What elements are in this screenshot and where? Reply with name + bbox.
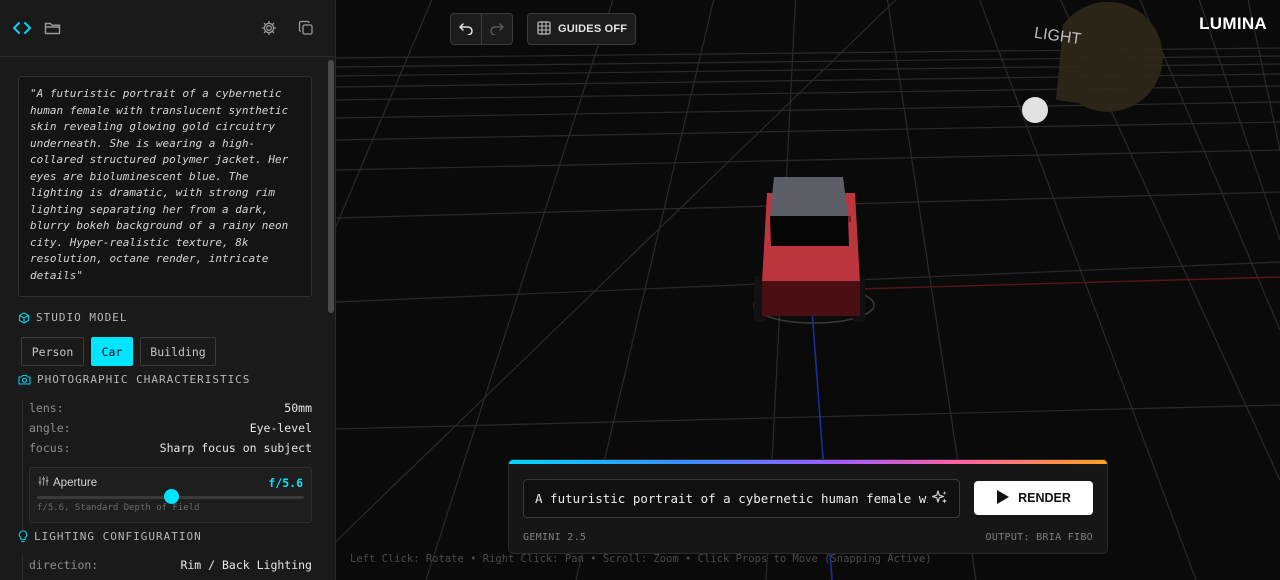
- light-cone: [1056, 1, 1163, 112]
- guides-toggle-button[interactable]: GUIDES OFF: [527, 13, 637, 45]
- sparkle-icon[interactable]: [931, 489, 949, 511]
- model-option-car[interactable]: Car: [91, 337, 133, 366]
- control-sidebar: "A futuristic portrait of a cybernetic h…: [0, 0, 336, 580]
- undo-icon: [458, 20, 474, 39]
- redo-button[interactable]: [482, 14, 512, 44]
- property-value[interactable]: 50mm: [284, 401, 312, 415]
- sidebar-header: [0, 0, 335, 57]
- property-value[interactable]: Sharp focus on subject: [160, 441, 312, 455]
- cube-icon: [18, 311, 30, 324]
- property-key: lens:: [29, 401, 64, 415]
- sliders-icon: [38, 476, 49, 489]
- property-row-lens: lens: 50mm: [29, 401, 312, 415]
- history-controls: [450, 13, 513, 45]
- studio-model-title: STUDIO MODEL: [36, 311, 128, 324]
- light-handle: [1022, 97, 1048, 123]
- car-model: [753, 177, 875, 324]
- property-key: direction:: [29, 558, 99, 572]
- brand-logo: LUMINA: [1199, 14, 1267, 33]
- property-row-focus: focus: Sharp focus on subject: [29, 441, 312, 455]
- aperture-control: Aperture f/5.6 f/5.6, Standard Depth of …: [29, 467, 312, 523]
- studio-model-heading: STUDIO MODEL: [18, 311, 127, 324]
- prompt-input[interactable]: [524, 480, 928, 517]
- property-row-direction: direction: Rim / Back Lighting: [29, 558, 312, 572]
- model-option-building[interactable]: Building: [140, 337, 216, 366]
- viewport-hint: Left Click: Rotate • Right Click: Pan • …: [350, 553, 932, 565]
- undo-button[interactable]: [451, 14, 481, 44]
- model-label: GEMINI 2.5: [523, 532, 587, 543]
- bulb-icon: [18, 530, 28, 543]
- aperture-label-text: Aperture: [53, 476, 98, 489]
- grid-icon: [537, 20, 551, 38]
- folder-icon[interactable]: [41, 17, 63, 39]
- output-label: OUTPUT: BRIA FIBO: [985, 532, 1093, 543]
- photographic-title: PHOTOGRAPHIC CHARACTERISTICS: [37, 373, 251, 386]
- redo-icon: [489, 20, 505, 39]
- render-panel-accent: [509, 460, 1107, 464]
- camera-icon: [18, 374, 31, 385]
- property-rail: [22, 555, 23, 580]
- aperture-slider-thumb[interactable]: [163, 489, 179, 504]
- property-value[interactable]: Rim / Back Lighting: [180, 558, 312, 572]
- render-button[interactable]: RENDER: [974, 481, 1093, 515]
- property-value[interactable]: Eye-level: [250, 421, 312, 435]
- 3d-viewport[interactable]: GUIDES OFF LUMINA LIGHT RENDER GEMINI 2.…: [336, 0, 1280, 580]
- aperture-label: Aperture: [38, 476, 97, 489]
- render-label: RENDER: [1018, 491, 1071, 505]
- prompt-input-wrapper: [523, 479, 960, 518]
- property-rail: [22, 400, 23, 530]
- render-panel: RENDER GEMINI 2.5 OUTPUT: BRIA FIBO: [508, 459, 1108, 554]
- prompt-preview[interactable]: "A futuristic portrait of a cybernetic h…: [18, 76, 312, 297]
- model-option-person[interactable]: Person: [21, 337, 84, 366]
- property-key: focus:: [29, 441, 71, 455]
- x-axis-line: [855, 276, 1280, 290]
- lighting-heading: LIGHTING CONFIGURATION: [18, 530, 202, 543]
- aperture-description: f/5.6, Standard Depth of Field: [37, 503, 200, 513]
- property-key: angle:: [29, 421, 71, 435]
- sidebar-scrollbar[interactable]: [328, 60, 334, 313]
- photographic-heading: PHOTOGRAPHIC CHARACTERISTICS: [18, 373, 250, 386]
- gear-icon[interactable]: [258, 17, 280, 39]
- copy-icon[interactable]: [295, 17, 317, 39]
- play-icon: [996, 489, 1010, 508]
- guides-label: GUIDES OFF: [558, 23, 628, 35]
- aperture-value: f/5.6: [268, 476, 303, 490]
- property-row-angle: angle: Eye-level: [29, 421, 312, 435]
- lighting-title: LIGHTING CONFIGURATION: [34, 530, 202, 543]
- code-icon[interactable]: [11, 17, 33, 39]
